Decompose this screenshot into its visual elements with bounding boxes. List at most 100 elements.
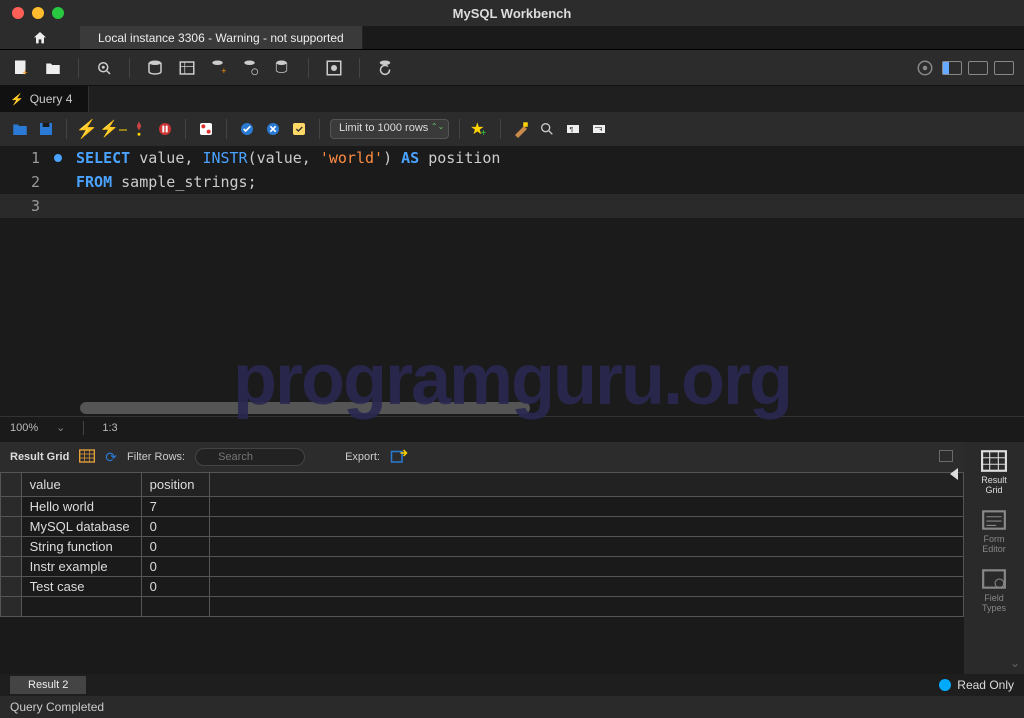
explain-icon[interactable] [129,119,149,139]
cell-spacer [209,497,963,517]
result-grid[interactable]: valueposition Hello world7MySQL database… [0,472,964,674]
wrap-icon[interactable] [589,119,609,139]
table-row-empty[interactable] [1,597,964,617]
db-schema-icon[interactable] [272,57,294,79]
inspector-icon[interactable] [93,57,115,79]
db-add-icon[interactable]: + [208,57,230,79]
column-spacer [209,473,963,497]
editor-line[interactable]: 1SELECT value, INSTR(value, 'world') AS … [0,146,1024,170]
db-search-icon[interactable] [240,57,262,79]
cell[interactable]: 0 [141,517,209,537]
result-grid-icon[interactable] [79,449,95,466]
settings-icon[interactable] [914,57,936,79]
cell[interactable] [209,597,963,617]
separator [226,119,227,139]
save-file-icon[interactable] [36,119,56,139]
db-table-icon[interactable] [176,57,198,79]
query-tabs: ⚡ Query 4 [0,86,1024,112]
editor-status-bar: 100% ⌄ 1:3 [0,416,1024,438]
table-row[interactable]: String function0 [1,537,964,557]
autocommit-icon[interactable] [196,119,216,139]
db-icon[interactable] [144,57,166,79]
table-row[interactable]: MySQL database0 [1,517,964,537]
row-limit-select[interactable]: Limit to 1000 rows [330,119,449,139]
breakpoint-marker [54,154,62,162]
cell[interactable]: Hello world [21,497,141,517]
filter-rows-label: Filter Rows: [127,451,185,463]
field-types-icon [981,568,1007,590]
left-panel-toggle[interactable] [942,61,962,75]
cell[interactable] [21,597,141,617]
table-row[interactable]: Test case0 [1,577,964,597]
filter-rows-input[interactable] [195,448,305,466]
collapse-arrow-icon[interactable] [950,468,958,480]
column-header[interactable]: position [141,473,209,497]
autocommit-toggle-icon[interactable] [289,119,309,139]
cell[interactable]: 7 [141,497,209,517]
code-text[interactable]: SELECT value, INSTR(value, 'world') AS p… [62,149,500,167]
refresh-icon[interactable]: ⟳ [105,449,117,466]
cell[interactable]: 0 [141,557,209,577]
wrap-cell-icon[interactable] [938,449,954,466]
table-row[interactable]: Hello world7 [1,497,964,517]
beautify-icon[interactable] [511,119,531,139]
open-file-icon[interactable] [10,119,30,139]
bottom-panel-toggle[interactable] [968,61,988,75]
scroll-down-icon[interactable]: ⌄ [1010,656,1020,670]
new-sql-file-icon[interactable]: + [10,57,32,79]
open-sql-file-icon[interactable] [42,57,64,79]
row-handle[interactable] [1,597,22,617]
connection-tab[interactable]: Local instance 3306 - Warning - not supp… [80,26,363,49]
code-text[interactable]: FROM sample_strings; [62,173,257,191]
zoom-level[interactable]: 100% [10,422,38,434]
column-header[interactable]: value [21,473,141,497]
query-tab[interactable]: ⚡ Query 4 [0,86,89,112]
minimize-window-button[interactable] [32,7,44,19]
side-tab-field-types[interactable]: Field Types [981,568,1007,613]
db-refresh-icon[interactable] [374,57,396,79]
home-tab[interactable] [0,26,80,49]
cell[interactable]: MySQL database [21,517,141,537]
main-toolbar: + + [0,50,1024,86]
panel-toggles [914,57,1014,79]
rollback-icon[interactable] [263,119,283,139]
close-window-button[interactable] [12,7,24,19]
side-tab-result-grid[interactable]: Result Grid [981,450,1007,495]
side-tab-form-editor[interactable]: Form Editor [981,509,1007,554]
editor-line[interactable]: 3 [0,194,1024,218]
row-handle[interactable] [1,557,22,577]
cell[interactable]: 0 [141,537,209,557]
right-panel-toggle[interactable] [994,61,1014,75]
row-handle[interactable] [1,497,22,517]
separator [129,58,130,78]
readonly-label: Read Only [957,678,1014,692]
execute-current-icon[interactable]: ⚡⎯ [103,119,123,139]
result-footer: Result 2 Read Only [0,674,1024,696]
export-label: Export: [345,451,380,463]
result-tab[interactable]: Result 2 [10,676,86,694]
row-handle[interactable] [1,537,22,557]
editor-toolbar: ⚡ ⚡⎯ Limit to 1000 rows ★+ ¶ [0,112,1024,146]
execute-icon[interactable]: ⚡ [77,119,97,139]
export-icon[interactable] [390,448,408,467]
zoom-caret[interactable]: ⌄ [56,421,65,434]
editor-line[interactable]: 2FROM sample_strings; [0,170,1024,194]
row-handle[interactable] [1,577,22,597]
table-row[interactable]: Instr example0 [1,557,964,577]
sql-editor[interactable]: 1SELECT value, INSTR(value, 'world') AS … [0,146,1024,416]
dashboard-icon[interactable] [323,57,345,79]
whitespace-icon[interactable]: ¶ [563,119,583,139]
commit-icon[interactable] [237,119,257,139]
cell[interactable]: Test case [21,577,141,597]
cell[interactable]: 0 [141,577,209,597]
cell[interactable]: Instr example [21,557,141,577]
find-icon[interactable] [537,119,557,139]
row-handle[interactable] [1,517,22,537]
horizontal-scrollbar[interactable] [80,402,530,414]
maximize-window-button[interactable] [52,7,64,19]
title-bar: MySQL Workbench [0,0,1024,26]
cell[interactable]: String function [21,537,141,557]
cell[interactable] [141,597,209,617]
favorite-icon[interactable]: ★+ [470,119,490,139]
stop-icon[interactable] [155,119,175,139]
